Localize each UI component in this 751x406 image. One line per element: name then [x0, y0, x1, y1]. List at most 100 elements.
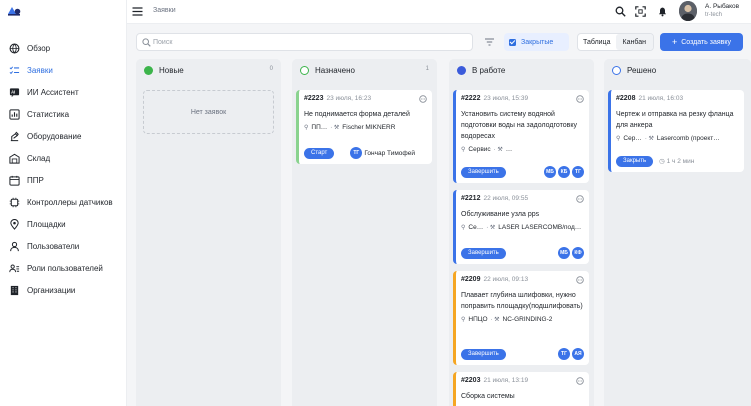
close-request-button[interactable]: Закрыть	[616, 155, 654, 167]
checkbox-checked-icon	[509, 38, 516, 46]
card-description: Не поднимается форма деталей	[304, 111, 410, 118]
search-icon[interactable]	[615, 6, 626, 17]
card-site: Сер…	[623, 135, 642, 142]
location-pin-icon: ⚲	[461, 317, 466, 323]
card-description: Установить систему водяной подготовки во…	[461, 111, 577, 140]
sidebar-item-label: Статистика	[27, 109, 70, 119]
card-meta: ⚲ Сервис · ⚒ …	[461, 146, 584, 153]
card-more-icon[interactable]	[576, 195, 584, 203]
sidebar-item-overview[interactable]: Обзор	[0, 37, 127, 59]
column-count: 1	[425, 66, 429, 72]
wrench-icon: · ⚒	[493, 147, 503, 153]
card-site: Сервис	[468, 146, 491, 153]
card-number: #2222	[461, 95, 481, 102]
checklist-icon	[9, 65, 20, 76]
sidebar-item-user-roles[interactable]: Роли пользователей	[0, 257, 127, 279]
card-more-icon[interactable]	[576, 377, 584, 385]
card-equipment: NC-GRINDING-2	[502, 316, 553, 323]
location-pin-icon: ⚲	[304, 125, 309, 131]
filter-icon[interactable]	[484, 37, 495, 47]
request-card[interactable]: #2209 22 июля, 09:13 Плавает глубина шли…	[453, 271, 589, 365]
column-count: 0	[269, 66, 273, 72]
card-meta: ⚲ Се… · ⚒ LASER LASERCOMB/под…	[461, 224, 584, 231]
column-assigned: Назначено 1 #2223 23 июля, 16:23 Не подн…	[292, 59, 437, 406]
sidebar-item-label: Организации	[27, 285, 76, 295]
menu-icon[interactable]	[132, 6, 143, 17]
card-more-icon[interactable]	[576, 276, 584, 284]
status-dot-icon	[144, 65, 153, 75]
card-more-icon[interactable]	[419, 95, 427, 103]
card-equipment: Fischer MIKNERR	[342, 124, 396, 131]
sidebar-item-warehouse[interactable]: Склад	[0, 147, 127, 169]
card-meta: ⚲ ПП… · ⚒ Fischer MIKNERR	[304, 124, 427, 131]
card-description: Обслуживание узла pps	[461, 211, 540, 218]
assignee-avatar: МБ	[544, 166, 556, 178]
request-card[interactable]: #2208 21 июля, 16:03 Чертеж и отправка н…	[608, 90, 744, 172]
sidebar-item-label: ППР	[27, 175, 44, 185]
request-card[interactable]: #2212 22 июля, 09:55 Обслуживание узла p…	[453, 190, 589, 264]
search-input[interactable]	[153, 36, 453, 48]
page-title: Заявки	[153, 7, 176, 14]
sidebar-item-label: Роли пользователей	[27, 263, 103, 273]
globe-icon	[9, 43, 20, 54]
svg-text:AI: AI	[11, 89, 15, 94]
card-number: #2208	[616, 95, 636, 102]
plus-icon: +	[671, 37, 678, 47]
card-number: #2209	[461, 276, 481, 283]
card-more-icon[interactable]	[576, 95, 584, 103]
location-icon	[9, 218, 20, 230]
card-equipment: LASER LASERCOMB/под…	[498, 224, 582, 231]
request-card[interactable]: #2203 21 июля, 13:19 Сборка системы	[453, 372, 589, 406]
sidebar-item-sensor-controllers[interactable]: Контроллеры датчиков	[0, 191, 127, 213]
create-request-button[interactable]: + Создать заявку	[660, 33, 743, 51]
sidebar-item-ai-assistant[interactable]: AI ИИ Ассистент	[0, 81, 127, 103]
equipment-icon	[9, 131, 20, 142]
request-card[interactable]: #2222 23 июля, 15:39 Установить систему …	[453, 90, 589, 183]
card-number: #2203	[461, 377, 481, 384]
location-pin-icon: ⚲	[616, 136, 621, 142]
start-button[interactable]: Старт	[304, 147, 335, 159]
clock-icon: ◷	[659, 158, 667, 165]
finish-button[interactable]: Завершить	[461, 348, 506, 360]
request-card[interactable]: #2223 23 июля, 16:23 Не поднимается форм…	[296, 90, 432, 164]
sidebar-item-requests[interactable]: Заявки	[0, 59, 127, 81]
status-dot-icon	[457, 65, 466, 75]
closed-toggle[interactable]: Закрытые	[504, 33, 569, 51]
card-description: Плавает глубина шлифовки, нужно поправит…	[461, 292, 583, 310]
roles-icon	[9, 263, 20, 274]
sidebar-item-statistics[interactable]: Статистика	[0, 103, 127, 125]
sidebar-item-users[interactable]: Пользователи	[0, 235, 127, 257]
sidebar-item-sites[interactable]: Площадки	[0, 213, 127, 235]
sidebar: Обзор Заявки AI ИИ Ассистент Статистика …	[0, 0, 127, 406]
fullscreen-icon[interactable]	[635, 6, 646, 17]
card-date: 22 июля, 09:55	[483, 195, 529, 202]
column-title: Новые	[159, 65, 184, 75]
finish-button[interactable]: Завершить	[461, 166, 506, 178]
column-title: Назначено	[315, 65, 355, 75]
elapsed-time: ◷ 1 ч 2 мин	[659, 157, 694, 165]
assignee-avatar: ТГ	[572, 166, 584, 178]
location-pin-icon: ⚲	[461, 225, 466, 231]
sidebar-item-organizations[interactable]: Организации	[0, 279, 127, 301]
user-icon	[9, 241, 20, 252]
bell-icon[interactable]	[657, 6, 668, 17]
assignee-name: Гончар Тимофей	[364, 149, 416, 157]
view-kanban-button[interactable]: Канбан	[615, 34, 653, 50]
card-date: 22 июля, 09:13	[483, 276, 529, 283]
sidebar-item-label: Оборудование	[27, 131, 82, 141]
sidebar-item-label: Пользователи	[27, 241, 80, 251]
warehouse-icon	[9, 153, 20, 164]
sidebar-item-label: Площадки	[27, 219, 66, 229]
column-resolved: Решено #2208 21 июля, 16:03 Чертеж и отп…	[604, 59, 751, 406]
column-title: Решено	[627, 65, 657, 75]
assignee-avatar: ТГ	[558, 348, 570, 360]
create-request-label: Создать заявку	[681, 38, 732, 46]
finish-button[interactable]: Завершить	[461, 247, 506, 259]
view-table-button[interactable]: Таблица	[578, 34, 616, 50]
app-logo-icon[interactable]	[7, 5, 21, 16]
user-avatar[interactable]	[679, 1, 697, 21]
sidebar-item-ppr[interactable]: ППР	[0, 169, 127, 191]
sidebar-item-equipment[interactable]: Оборудование	[0, 125, 127, 147]
card-date: 21 июля, 16:03	[638, 95, 684, 102]
closed-toggle-label: Закрытые	[521, 38, 554, 46]
